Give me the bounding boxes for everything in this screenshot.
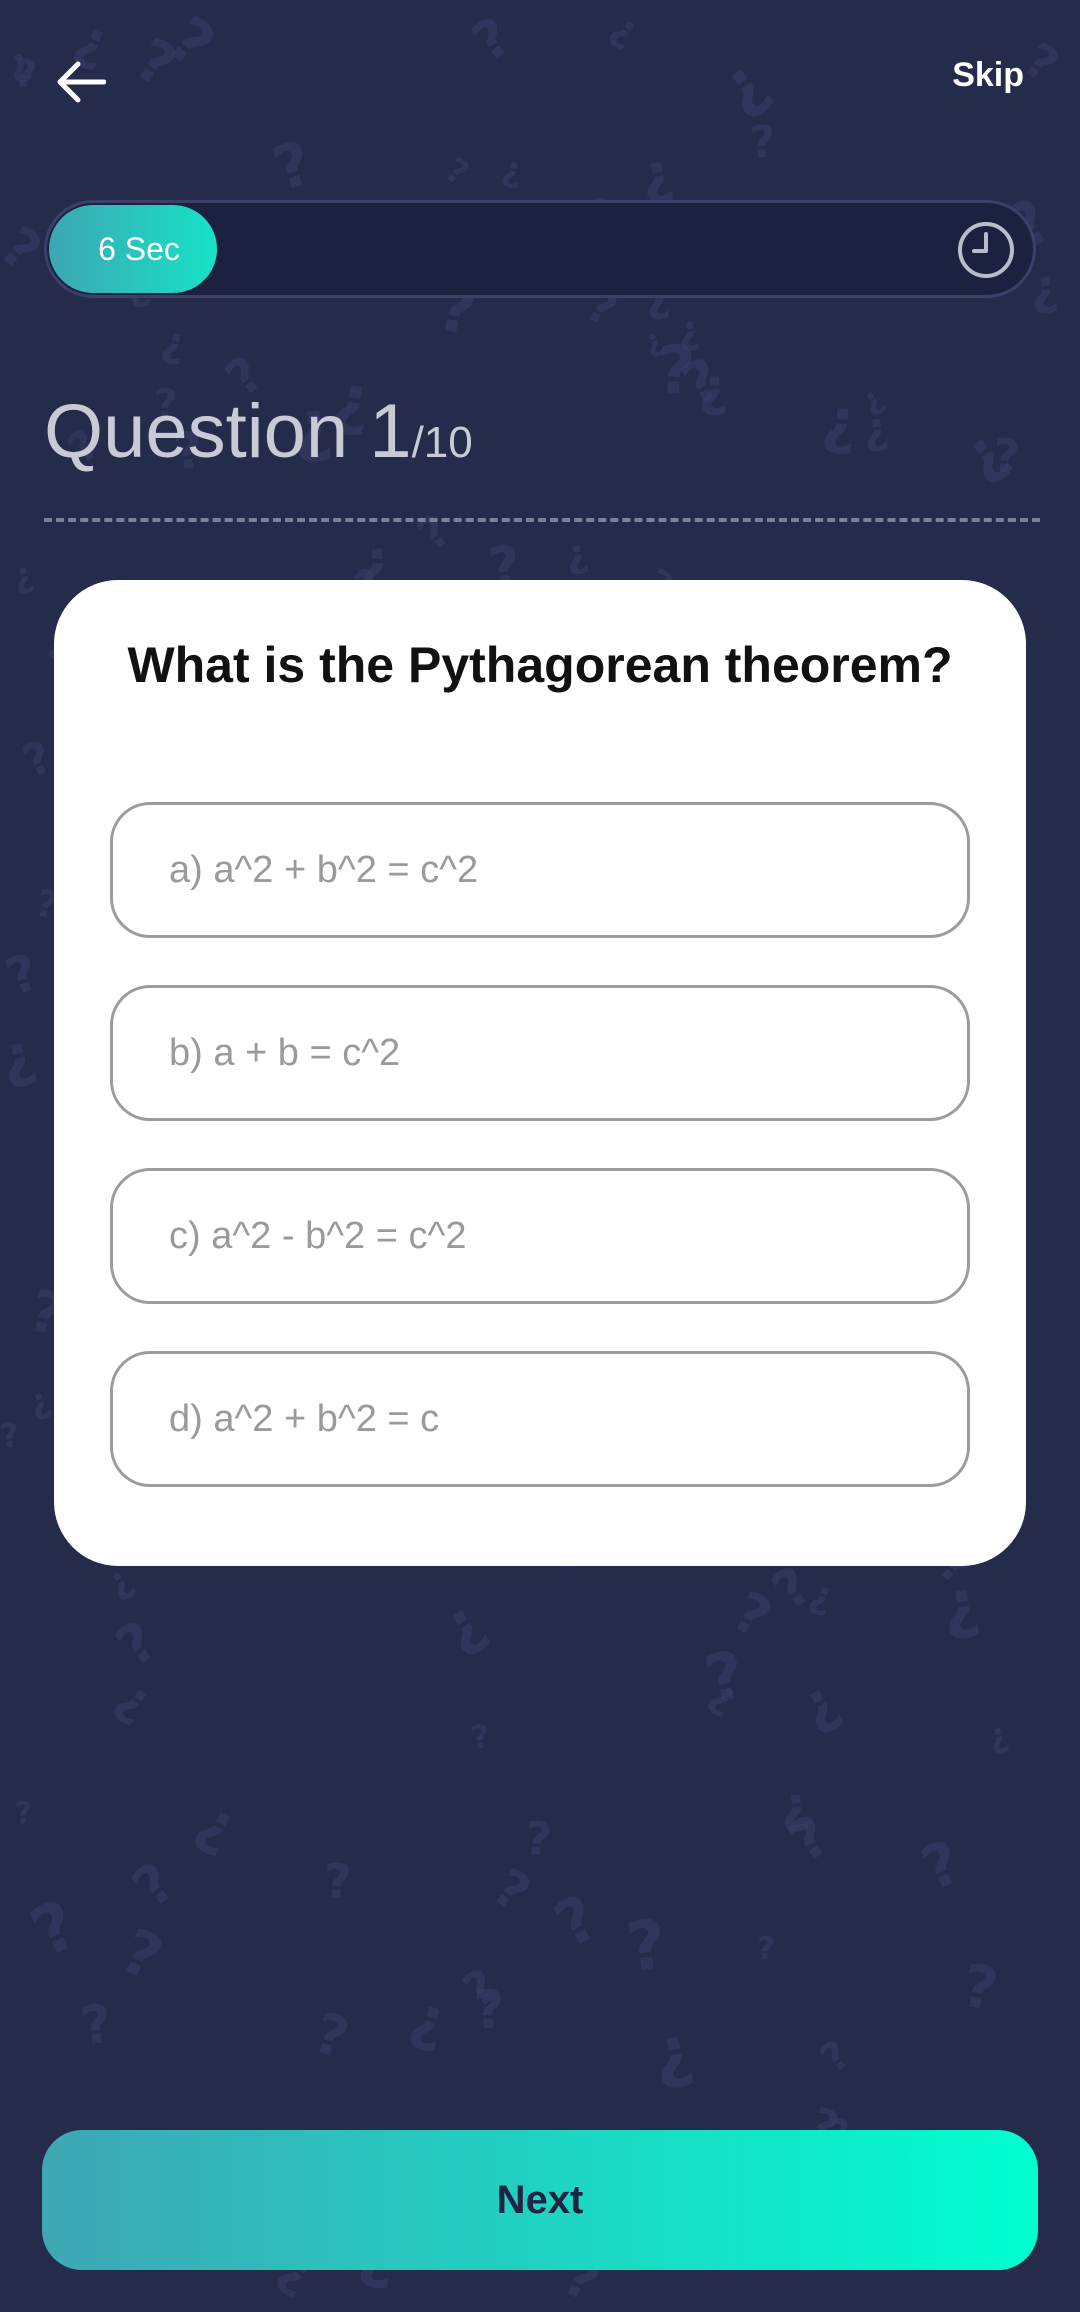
arrow-left-icon <box>57 61 106 103</box>
timer-bar: 6 Sec <box>44 200 1036 298</box>
question-mark-decoration: ? <box>468 1716 493 1758</box>
question-mark-decoration: ¿ <box>937 1566 984 1644</box>
question-mark-decoration: ¿ <box>22 1379 56 1425</box>
question-mark-decoration: ¿ <box>106 1668 164 1731</box>
question-mark-decoration: ¿ <box>947 415 1019 493</box>
question-mark-decoration: ? <box>0 1414 22 1457</box>
option-label: d) a^2 + b^2 = c <box>169 1397 440 1440</box>
question-mark-decoration: ? <box>671 345 732 419</box>
question-mark-decoration: ¿ <box>157 316 191 368</box>
option-label: a) a^2 + b^2 = c^2 <box>169 848 479 891</box>
option-a[interactable]: a) a^2 + b^2 = c^2 <box>110 802 970 938</box>
timer-progress-fill: 6 Sec <box>49 205 217 293</box>
question-mark-decoration: ¿ <box>777 1774 812 1836</box>
question-mark-decoration: ? <box>453 1958 508 2019</box>
question-mark-decoration: ? <box>721 1579 782 1652</box>
question-mark-decoration: ? <box>756 1930 776 1968</box>
question-mark-decoration: ? <box>407 503 461 562</box>
question-mark-decoration: ¿ <box>696 357 730 419</box>
question-mark-decoration: ¿ <box>804 1570 840 1620</box>
next-button-label: Next <box>496 2177 584 2222</box>
question-mark-decoration: ¿ <box>818 384 861 459</box>
question-mark-decoration: ? <box>697 1635 753 1720</box>
question-mark-decoration: ¿ <box>646 2010 699 2094</box>
question-mark-decoration: ? <box>323 1853 353 1911</box>
question-mark-decoration: ? <box>0 942 48 1009</box>
question-mark-decoration: ? <box>120 1850 188 1921</box>
question-mark-decoration: ? <box>777 1802 842 1876</box>
option-b[interactable]: b) a + b = c^2 <box>110 985 970 1121</box>
question-number: Question 1 <box>44 389 412 474</box>
timer-label: 6 Sec <box>98 230 180 267</box>
question-card: What is the Pythagorean theorem? a) a^2 … <box>54 580 1026 1566</box>
question-mark-decoration: ¿ <box>854 380 890 420</box>
question-mark-decoration: ¿ <box>1027 258 1061 318</box>
question-mark-decoration: ¿ <box>8 554 38 598</box>
divider <box>44 518 1040 522</box>
question-mark-decoration: ? <box>16 731 60 788</box>
question-mark-decoration: ? <box>104 1608 170 1681</box>
question-mark-decoration: ? <box>912 1827 971 1905</box>
question-mark-decoration: ¿ <box>983 1714 1012 1757</box>
question-mark-decoration: ? <box>956 1950 1004 2025</box>
question-mark-decoration: ? <box>472 1979 507 2042</box>
question-mark-decoration: ¿ <box>403 1980 456 2057</box>
option-c[interactable]: c) a^2 - b^2 = c^2 <box>110 1168 970 1304</box>
question-mark-decoration: ? <box>812 2031 860 2083</box>
top-bar: Skip <box>0 0 1080 160</box>
question-mark-decoration: ? <box>991 428 1022 484</box>
question-mark-decoration: ¿ <box>186 1786 250 1862</box>
question-mark-decoration: ? <box>110 1913 174 1996</box>
option-label: b) a + b = c^2 <box>169 1031 401 1074</box>
question-mark-decoration: ? <box>621 1904 672 1989</box>
question-total: /10 <box>411 418 473 467</box>
skip-button[interactable]: Skip <box>952 56 1024 95</box>
question-mark-decoration: ¿ <box>787 1667 850 1741</box>
question-text: What is the Pythagorean theorem? <box>127 637 953 693</box>
back-button[interactable] <box>48 50 112 114</box>
question-mark-decoration: ? <box>522 1810 554 1868</box>
question-mark-decoration: ¿ <box>637 320 669 362</box>
next-button[interactable]: Next <box>42 2130 1038 2270</box>
question-counter: Question 1/10 <box>44 388 473 475</box>
question-mark-decoration: ? <box>19 1885 90 1974</box>
option-label: c) a^2 - b^2 = c^2 <box>169 1214 467 1257</box>
question-mark-decoration: ¿ <box>676 307 702 353</box>
option-d[interactable]: d) a^2 + b^2 = c <box>110 1351 970 1487</box>
question-mark-decoration: ? <box>481 1857 541 1925</box>
question-mark-decoration: ? <box>14 1795 34 1832</box>
question-mark-decoration: ? <box>306 2000 356 2073</box>
question-mark-decoration: ¿ <box>0 1018 42 1094</box>
question-mark-decoration: ¿ <box>428 1586 497 1664</box>
question-mark-decoration: ? <box>655 331 697 410</box>
question-mark-decoration: ¿ <box>560 530 592 579</box>
question-mark-decoration: ¿ <box>860 402 891 456</box>
question-mark-decoration: ¿ <box>701 1670 748 1722</box>
question-mark-decoration: ? <box>76 1993 116 2058</box>
question-mark-decoration: ? <box>542 1880 610 1963</box>
clock-icon <box>958 222 1014 278</box>
